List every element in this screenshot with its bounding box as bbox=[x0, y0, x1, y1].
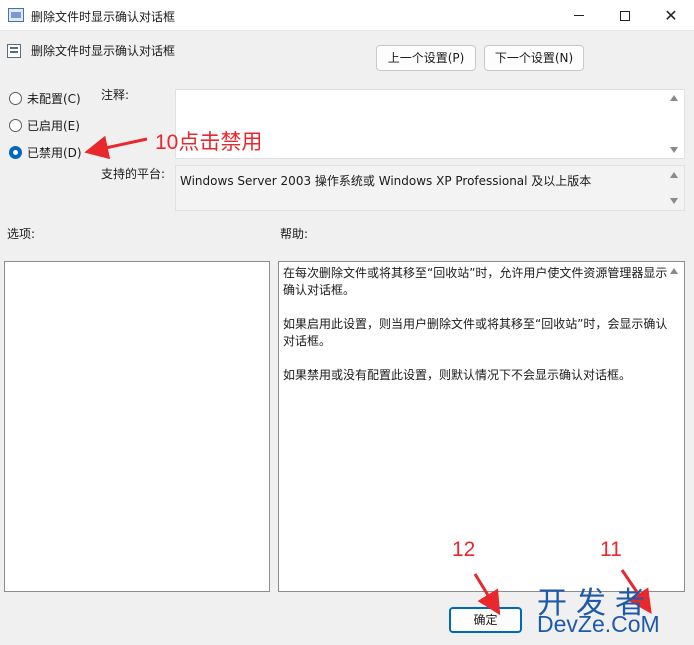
maximize-icon bbox=[620, 10, 630, 21]
policy-app-icon bbox=[8, 8, 24, 22]
title-bar: 删除文件时显示确认对话框 ✕ bbox=[0, 0, 694, 31]
next-setting-button[interactable]: 下一个设置(N) bbox=[484, 45, 584, 71]
options-label: 选项: bbox=[7, 227, 36, 241]
supported-on-value: Windows Server 2003 操作系统或 Windows XP Pro… bbox=[180, 174, 592, 188]
scroll-up-icon[interactable] bbox=[670, 268, 678, 274]
arrow-to-disabled bbox=[84, 135, 148, 160]
minimize-button[interactable] bbox=[556, 0, 602, 31]
annotation-step-11: 11 bbox=[600, 538, 622, 561]
radio-label: 已禁用(D) bbox=[27, 145, 82, 160]
help-paragraph: 如果启用此设置，则当用户删除文件或将其移至“回收站”时，会显示确认对话框。 bbox=[283, 317, 668, 348]
scroll-up-icon[interactable] bbox=[670, 172, 678, 178]
radio-enabled[interactable]: 已启用(E) bbox=[9, 116, 80, 134]
comment-label: 注释: bbox=[101, 88, 130, 102]
help-paragraph: 如果禁用或没有配置此设置，则默认情况下不会显示确认对话框。 bbox=[283, 368, 632, 382]
setting-title: 删除文件时显示确认对话框 bbox=[31, 44, 176, 58]
scroll-up-icon[interactable] bbox=[670, 95, 678, 101]
help-label: 帮助: bbox=[280, 227, 309, 241]
setting-icon bbox=[7, 44, 21, 58]
watermark-line2: DevZe.CoM bbox=[537, 611, 660, 637]
close-button[interactable]: ✕ bbox=[648, 0, 694, 31]
help-panel: 在每次删除文件或将其移至“回收站”时，允许用户使文件资源管理器显示确认对话框。 … bbox=[278, 261, 685, 592]
radio-circle[interactable] bbox=[9, 118, 22, 132]
radio-circle-selected[interactable] bbox=[9, 145, 22, 159]
radio-circle[interactable] bbox=[9, 91, 22, 105]
radio-label: 未配置(C) bbox=[27, 91, 81, 106]
maximize-button[interactable] bbox=[602, 0, 648, 31]
watermark-logo: 开发者 DevZe.CoM bbox=[537, 578, 687, 640]
previous-setting-button[interactable]: 上一个设置(P) bbox=[376, 45, 476, 71]
help-text: 在每次删除文件或将其移至“回收站”时，允许用户使文件资源管理器显示确认对话框。 … bbox=[283, 265, 671, 401]
scroll-down-icon[interactable] bbox=[670, 147, 678, 153]
window-title: 删除文件时显示确认对话框 bbox=[31, 10, 176, 24]
annotation-step-10: 10点击禁用 bbox=[155, 131, 263, 154]
annotation-step-12: 12 bbox=[452, 538, 476, 561]
radio-not-configured[interactable]: 未配置(C) bbox=[9, 89, 81, 107]
radio-disabled[interactable]: 已禁用(D) bbox=[9, 143, 82, 161]
supported-on-label: 支持的平台: bbox=[101, 167, 166, 181]
help-paragraph: 在每次删除文件或将其移至“回收站”时，允许用户使文件资源管理器显示确认对话框。 bbox=[283, 266, 668, 297]
supported-on-field: Windows Server 2003 操作系统或 Windows XP Pro… bbox=[175, 165, 685, 211]
radio-label: 已启用(E) bbox=[27, 118, 80, 133]
options-panel bbox=[4, 261, 270, 592]
close-icon: ✕ bbox=[664, 5, 678, 25]
minimize-icon bbox=[574, 15, 584, 16]
scroll-down-icon[interactable] bbox=[670, 198, 678, 204]
ok-button[interactable]: 确定 bbox=[449, 607, 522, 633]
